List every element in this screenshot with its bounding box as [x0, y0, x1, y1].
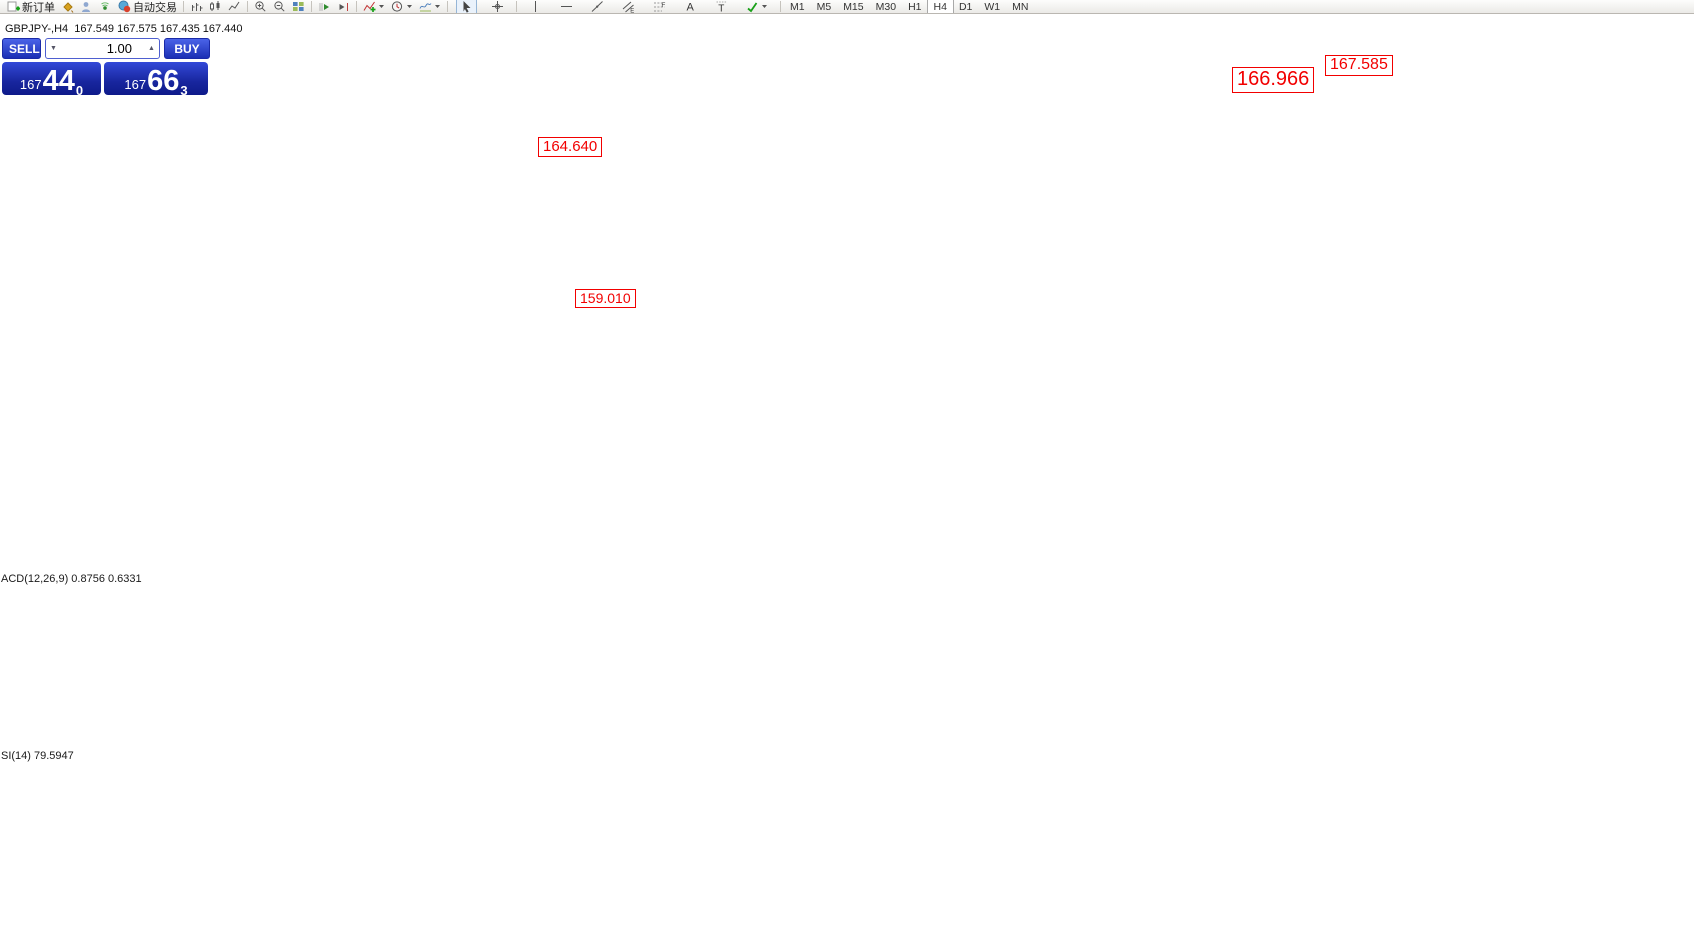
macd-indicator-label: ACD(12,26,9) 0.8756 0.6331: [1, 573, 142, 585]
toolbar-separator: [516, 1, 517, 12]
indicators-button[interactable]: [360, 0, 388, 13]
ask-pipette: 3: [180, 83, 187, 98]
timeframe-w1[interactable]: W1: [978, 0, 1006, 13]
timeframe-m30[interactable]: M30: [870, 0, 902, 13]
price-row: 167440 167663: [2, 62, 210, 95]
trading-terminal-window: 新订单 自动交易 E F A T M1M5M15M30H1H4D1W1MN GBPJPY-,…: [0, 0, 1694, 937]
candlestick-chart-button[interactable]: [206, 0, 225, 13]
timeframe-h4[interactable]: H4: [928, 0, 953, 13]
toolbar-separator: [780, 1, 781, 12]
svg-text:F: F: [661, 2, 665, 9]
ask-price[interactable]: 167663: [104, 62, 208, 95]
chart-canvas[interactable]: [0, 0, 1694, 937]
one-click-trading-panel: SELL ▼ 1.00 ▲ BUY 167440 167663: [2, 38, 210, 95]
bid-prefix: 167: [20, 77, 42, 92]
svg-text:A: A: [687, 2, 695, 14]
main-toolbar: 新订单 自动交易 E F A T M1M5M15M30H1H4D1W1MN: [0, 0, 1694, 14]
text-label-button[interactable]: T: [712, 0, 731, 13]
timeframe-mn[interactable]: MN: [1006, 0, 1034, 13]
volume-value[interactable]: 1.00: [61, 41, 144, 56]
publisher-button[interactable]: [77, 0, 96, 13]
sell-button[interactable]: SELL: [2, 38, 41, 59]
trendline-button[interactable]: [588, 0, 607, 13]
fibonacci-button[interactable]: F: [650, 0, 669, 13]
volume-stepper[interactable]: ▼ 1.00 ▲: [45, 38, 160, 59]
toolbar-separator: [247, 1, 248, 12]
price-annotation-swing-low[interactable]: 159.010: [575, 289, 636, 308]
timeframe-m1[interactable]: M1: [784, 0, 811, 13]
timeframe-h1[interactable]: H1: [902, 0, 927, 13]
chart-shift-button[interactable]: [334, 0, 353, 13]
toolbar-button-label: 自动交易: [133, 0, 177, 14]
arrows-button[interactable]: [743, 0, 771, 13]
toolbar-separator: [447, 1, 448, 12]
periods-button[interactable]: [388, 0, 416, 13]
ask-prefix: 167: [124, 77, 146, 92]
ask-main: 66: [147, 68, 179, 95]
tile-windows-button[interactable]: [289, 0, 308, 13]
timeframe-d1[interactable]: D1: [953, 0, 978, 13]
volume-decrease-button[interactable]: ▼: [46, 39, 61, 58]
new-order-button[interactable]: 新订单: [4, 0, 58, 13]
vertical-line-button[interactable]: [526, 0, 545, 13]
buy-button[interactable]: BUY: [164, 38, 210, 59]
bid-main: 44: [43, 68, 75, 95]
toolbar-button-label: 新订单: [22, 0, 55, 14]
volume-increase-button[interactable]: ▲: [144, 39, 159, 58]
timeframe-m5[interactable]: M5: [811, 0, 838, 13]
price-annotation-green-level[interactable]: 166.966: [1232, 67, 1314, 93]
order-row: SELL ▼ 1.00 ▲ BUY: [2, 38, 210, 59]
symbol-ohlc-line: GBPJPY-,H4 167.549 167.575 167.435 167.4…: [5, 23, 243, 35]
styler-button[interactable]: [58, 0, 77, 13]
templates-button[interactable]: [416, 0, 444, 13]
line-chart-button[interactable]: [225, 0, 244, 13]
toolbar-separator: [183, 1, 184, 12]
price-annotation-recent-high[interactable]: 167.585: [1325, 55, 1393, 76]
auto-scroll-button[interactable]: [315, 0, 334, 13]
horizontal-line-button[interactable]: [557, 0, 576, 13]
toolbar-separator: [311, 1, 312, 12]
zoom-out-button[interactable]: [270, 0, 289, 13]
cursor-button[interactable]: [457, 0, 476, 13]
price-annotation-spike-high[interactable]: 164.640: [538, 137, 602, 157]
svg-text:E: E: [630, 9, 634, 14]
autotrading-button[interactable]: 自动交易: [115, 0, 180, 13]
bid-price[interactable]: 167440: [2, 62, 101, 95]
toolbar-separator: [356, 1, 357, 12]
equidistant-channel-button[interactable]: E: [619, 0, 638, 13]
svg-text:T: T: [718, 4, 724, 14]
rsi-indicator-label: SI(14) 79.5947: [1, 750, 74, 762]
text-button[interactable]: A: [681, 0, 700, 13]
bid-pipette: 0: [76, 83, 83, 98]
signals-button[interactable]: [96, 0, 115, 13]
crosshair-button[interactable]: [488, 0, 507, 13]
bar-chart-button[interactable]: [187, 0, 206, 13]
timeframe-m15[interactable]: M15: [837, 0, 869, 13]
zoom-in-button[interactable]: [251, 0, 270, 13]
